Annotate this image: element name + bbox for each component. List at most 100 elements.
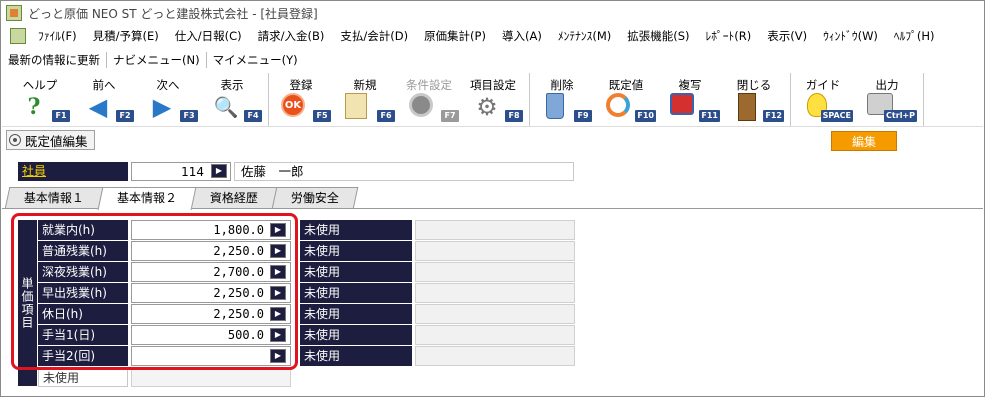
unit-price-label-7: 未使用 — [38, 367, 128, 387]
employee-label[interactable]: 社員 — [18, 162, 128, 181]
function-toolbar: ヘルプ? F1 前へ ◀ F2 次へ ▶ F3 表示 🔍 F4 登録 OK F5 新規 F6 条件設定 F7 項目設… — [2, 73, 983, 127]
menu-item-2[interactable]: 仕入/日報(C) — [167, 28, 250, 44]
window-title: どっと原価 NEO ST どっと建設株式会社 - [社員登録] — [28, 6, 318, 21]
tab-label: 資格経歴 — [209, 191, 258, 205]
employee-name-field: 佐藤 一郎 — [234, 162, 574, 181]
magnifier-icon: 🔍 — [213, 95, 239, 119]
menu-item-3[interactable]: 請求/入金(B) — [250, 28, 333, 44]
function-key-badge: F8 — [505, 110, 523, 122]
ok-icon: OK — [281, 93, 305, 117]
function-key-badge: Ctrl+P — [884, 110, 917, 122]
gears-icon: ⚙ — [476, 93, 498, 121]
toolbar-button-3[interactable]: 表示 🔍 F4 — [200, 73, 264, 126]
unused-field-0 — [415, 220, 575, 240]
toolbar-button-11[interactable]: 閉じる F12 — [722, 73, 786, 126]
toolbar-button-label: 項目設定 — [470, 78, 516, 92]
unit-price-input-7 — [131, 367, 291, 387]
title-bar: どっと原価 NEO ST どっと建設株式会社 - [社員登録] — [2, 2, 983, 24]
unused-label-2: 未使用 — [300, 262, 412, 282]
unused-field-4 — [415, 304, 575, 324]
arrow-left-icon: ◀ — [88, 93, 108, 121]
function-key-badge: F6 — [377, 110, 395, 122]
tab-label: 基本情報１ — [23, 191, 84, 205]
function-key-badge: F4 — [244, 110, 262, 122]
tab-bar: 基本情報１ 基本情報２ 資格経歴 労働安全 — [4, 187, 359, 210]
menu-item-10[interactable]: 表示(V) — [759, 28, 815, 44]
tab-label: 労働安全 — [290, 191, 339, 205]
menu-item-8[interactable]: 拡張機能(S) — [619, 28, 697, 44]
employee-lookup-button[interactable]: ▶ — [211, 164, 227, 178]
toolbar-button-2[interactable]: 次へ ▶ F3 — [136, 73, 200, 126]
toolbar-button-label: 出力 — [875, 78, 899, 92]
menu-item-7[interactable]: ﾒﾝﾃﾅﾝｽ(M) — [550, 28, 619, 44]
function-key-badge: F3 — [180, 110, 198, 122]
menu-item-4[interactable]: 支払/会計(D) — [332, 28, 416, 44]
condition-icon — [409, 93, 433, 117]
sub-menu-item-1[interactable]: ナビメニュー(N) — [107, 52, 207, 68]
tab-1[interactable]: 基本情報２ — [97, 187, 197, 210]
toolbar-button-1[interactable]: 前へ ◀ F2 — [72, 73, 136, 126]
unused-label-5: 未使用 — [300, 325, 412, 345]
toolbar-button-label: ガイド — [805, 78, 841, 92]
toolbar-button-9[interactable]: 既定値 F10 — [594, 73, 658, 126]
unused-field-3 — [415, 283, 575, 303]
sub-menu-item-0[interactable]: 最新の情報に更新 — [2, 52, 107, 68]
toolbar-button-13[interactable]: 出力 Ctrl+P — [855, 73, 919, 126]
toolbar-button-label: 複写 — [678, 78, 702, 92]
toolbar-button-0[interactable]: ヘルプ? F1 — [8, 73, 72, 126]
toolbar-button-8[interactable]: 削除 F9 — [530, 73, 594, 126]
toolbar-button-12[interactable]: ガイド SPACE — [791, 73, 855, 126]
function-key-badge: F9 — [574, 110, 592, 122]
toolbar-group-1: 登録 OK F5 新規 F6 条件設定 F7 項目設定 ⚙ F8 — [269, 73, 530, 126]
help-icon: ? — [27, 94, 41, 120]
toolbar-button-5[interactable]: 新規 F6 — [333, 73, 397, 126]
sub-menu-item-2[interactable]: マイメニュー(Y) — [207, 52, 304, 68]
tab-0[interactable]: 基本情報１ — [4, 187, 104, 209]
toolbar-group-0: ヘルプ? F1 前へ ◀ F2 次へ ▶ F3 表示 🔍 F4 — [2, 73, 269, 126]
unused-label-4: 未使用 — [300, 304, 412, 324]
highlight-annotation — [11, 213, 298, 370]
menu-item-6[interactable]: 導入(A) — [494, 28, 550, 44]
menu-bar: ﾌｧｲﾙ(F) 見積/予算(E) 仕入/日報(C) 請求/入金(B) 支払/会計(D) 原… — [2, 25, 983, 47]
app-icon — [6, 5, 22, 21]
document-icon[interactable] — [10, 28, 26, 44]
toolbar-button-label: 新規 — [353, 78, 377, 92]
menu-item-1[interactable]: 見積/予算(E) — [85, 28, 167, 44]
door-icon — [738, 93, 756, 121]
record-icon — [9, 134, 21, 146]
tab-3[interactable]: 労働安全 — [271, 187, 359, 209]
copy-icon — [670, 93, 694, 115]
toolbar-button-label: 表示 — [220, 78, 244, 92]
menu-item-5[interactable]: 原価集計(P) — [416, 28, 494, 44]
unused-label-6: 未使用 — [300, 346, 412, 366]
section-title-text: 既定値編集 — [25, 133, 88, 149]
function-key-badge: F1 — [52, 110, 70, 122]
toolbar-button-7[interactable]: 項目設定 ⚙ F8 — [461, 73, 525, 126]
toolbar-button-label: 条件設定 — [406, 78, 452, 92]
toolbar-button-4[interactable]: 登録 OK F5 — [269, 73, 333, 126]
tab-label: 基本情報２ — [117, 191, 178, 205]
menu-item-0[interactable]: ﾌｧｲﾙ(F) — [30, 28, 85, 44]
toolbar-button-6: 条件設定 F7 — [397, 73, 461, 126]
toolbar-group-2: 削除 F9 既定値 F10 複写 F11 閉じる F12 — [530, 73, 791, 126]
function-key-badge: F11 — [699, 110, 720, 122]
unused-field-1 — [415, 241, 575, 261]
unused-label-0: 未使用 — [300, 220, 412, 240]
section-title: 既定値編集 — [6, 130, 95, 150]
toolbar-button-label: 登録 — [289, 78, 313, 92]
menu-item-12[interactable]: ﾍﾙﾌﾟ(H) — [886, 28, 943, 44]
trash-icon — [546, 93, 564, 119]
unused-field-6 — [415, 346, 575, 366]
toolbar-button-label: 前へ — [92, 78, 116, 92]
menu-item-11[interactable]: ｳｨﾝﾄﾞｳ(W) — [815, 28, 886, 44]
toolbar-button-10[interactable]: 複写 F11 — [658, 73, 722, 126]
menu-item-9[interactable]: ﾚﾎﾟｰﾄ(R) — [698, 28, 760, 44]
toolbar-button-label: 閉じる — [736, 78, 772, 92]
function-key-badge: F2 — [116, 110, 134, 122]
refresh-icon — [606, 93, 630, 117]
tab-2[interactable]: 資格経歴 — [190, 187, 278, 209]
toolbar-button-label: 次へ — [156, 78, 180, 92]
function-key-badge: F12 — [763, 110, 784, 122]
sub-toolbar: 最新の情報に更新 ナビメニュー(N) マイメニュー(Y) — [2, 49, 983, 71]
function-key-badge: F5 — [313, 110, 331, 122]
